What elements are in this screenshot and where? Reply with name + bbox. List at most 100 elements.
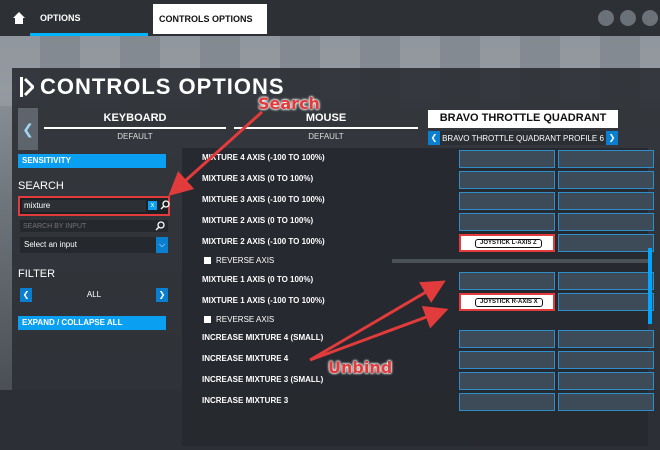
bravo-profile: BRAVO THROTTLE QUADRANT PROFILE 6 <box>442 133 604 143</box>
search-label: SEARCH <box>18 180 64 192</box>
binding-slot-1[interactable] <box>459 213 555 231</box>
tab-mouse[interactable]: MOUSE DEFAULT <box>234 110 418 146</box>
search-input[interactable]: mixture <box>22 200 146 212</box>
top-bar: OPTIONS CONTROLS OPTIONS <box>0 0 660 36</box>
binding-row[interactable]: INCREASE MIXTURE 4 <box>202 349 654 369</box>
binding-slot-2[interactable] <box>558 330 654 348</box>
binding-slot-1[interactable] <box>459 330 555 348</box>
axis-bar <box>392 259 652 263</box>
binding-slot-2[interactable] <box>558 213 654 231</box>
divider <box>428 126 618 128</box>
tab-controls-options[interactable]: CONTROLS OPTIONS <box>153 4 267 34</box>
tab-options[interactable]: OPTIONS <box>30 0 148 36</box>
select-input-dropdown[interactable]: Select an input ⌵ <box>20 237 168 253</box>
binding-slot-2[interactable] <box>558 372 654 390</box>
binding-row[interactable]: MIXTURE 2 AXIS (-100 TO 100%) JOYSTICK L… <box>202 232 654 252</box>
chevron-right-icon[interactable]: ❯ <box>156 288 168 302</box>
search-box: mixture x <box>18 196 170 216</box>
reverse-axis-row[interactable]: REVERSE AXIS <box>202 254 652 268</box>
binding-label: MIXTURE 2 AXIS (-100 TO 100%) <box>202 237 325 246</box>
mouse-profile: DEFAULT <box>308 132 344 141</box>
list-scrollbar[interactable] <box>648 248 652 324</box>
binding-slot-2[interactable] <box>558 150 654 168</box>
binding-slot-1[interactable]: JOYSTICK L-AXIS Z <box>459 234 555 252</box>
binding-key: JOYSTICK R-AXIS X <box>475 298 543 307</box>
binding-row[interactable]: MIXTURE 3 AXIS (-100 TO 100%) <box>202 190 654 210</box>
binding-row[interactable]: INCREASE MIXTURE 3 <box>202 391 654 411</box>
tab-keyboard[interactable]: KEYBOARD DEFAULT <box>44 110 226 146</box>
binding-slot-2[interactable] <box>558 272 654 290</box>
chevron-left-icon[interactable]: ❮ <box>428 131 440 145</box>
chevron-down-icon[interactable]: ⌵ <box>156 237 168 253</box>
binding-slot-1[interactable]: JOYSTICK R-AXIS X <box>459 293 555 311</box>
page-title-text: CONTROLS OPTIONS <box>40 74 285 99</box>
binding-label: MIXTURE 2 AXIS (0 TO 100%) <box>202 216 314 225</box>
tab-bravo-label: BRAVO THROTTLE QUADRANT <box>428 110 618 126</box>
binding-key: JOYSTICK L-AXIS Z <box>475 239 542 248</box>
reverse-axis-checkbox[interactable] <box>204 316 211 323</box>
chevron-right-icon <box>20 77 34 97</box>
binding-label: MIXTURE 4 AXIS (-100 TO 100%) <box>202 153 325 162</box>
binding-slot-1[interactable] <box>459 171 555 189</box>
menu-icon[interactable] <box>642 10 658 26</box>
binding-row[interactable]: MIXTURE 4 AXIS (-100 TO 100%) <box>202 148 654 168</box>
chevron-right-icon[interactable]: ❯ <box>606 131 618 145</box>
filter-label: FILTER <box>18 268 56 280</box>
filter-value: ALL <box>86 290 102 299</box>
binding-slot-1[interactable] <box>459 192 555 210</box>
binding-row[interactable]: INCREASE MIXTURE 4 (SMALL) <box>202 328 654 348</box>
home-icon[interactable] <box>12 11 26 25</box>
chevron-left-icon[interactable]: ❮ <box>20 288 32 302</box>
page-title: CONTROLS OPTIONS <box>20 74 285 100</box>
binding-row[interactable]: MIXTURE 2 AXIS (0 TO 100%) <box>202 211 654 231</box>
binding-slot-2[interactable] <box>558 171 654 189</box>
binding-label: MIXTURE 3 AXIS (-100 TO 100%) <box>202 195 325 204</box>
binding-row[interactable]: MIXTURE 1 AXIS (0 TO 100%) <box>202 270 654 290</box>
search-icon[interactable] <box>160 200 170 210</box>
binding-slot-1[interactable] <box>459 150 555 168</box>
keyboard-profile: DEFAULT <box>117 132 153 141</box>
reverse-axis-checkbox[interactable] <box>204 257 211 264</box>
profile-icon[interactable] <box>620 10 636 26</box>
reverse-axis-row[interactable]: REVERSE AXIS <box>202 313 642 327</box>
previous-device-button[interactable]: ❮ <box>18 108 38 150</box>
profile-selector[interactable]: ❮ BRAVO THROTTLE QUADRANT PROFILE 6 ❯ <box>428 131 618 145</box>
binding-slot-2[interactable] <box>558 293 654 311</box>
marketplace-icon[interactable] <box>598 10 614 26</box>
expand-collapse-button[interactable]: EXPAND / COLLAPSE ALL <box>18 316 166 330</box>
binding-slot-1[interactable] <box>459 272 555 290</box>
tab-bravo-throttle[interactable]: BRAVO THROTTLE QUADRANT ❮ BRAVO THROTTLE… <box>428 110 618 146</box>
binding-slot-2[interactable] <box>558 192 654 210</box>
binding-label: INCREASE MIXTURE 4 (SMALL) <box>202 333 324 342</box>
binding-label: INCREASE MIXTURE 3 <box>202 396 289 405</box>
divider <box>234 127 418 129</box>
binding-label: INCREASE MIXTURE 4 <box>202 354 289 363</box>
select-input-value: Select an input <box>24 240 77 249</box>
sensitivity-button[interactable]: SENSITIVITY <box>18 154 166 168</box>
binding-slot-1[interactable] <box>459 372 555 390</box>
search-icon[interactable] <box>155 221 165 231</box>
search-annotation: Search <box>258 94 320 113</box>
binding-slot-2[interactable] <box>558 234 654 252</box>
binding-slot-2[interactable] <box>558 351 654 369</box>
binding-label: MIXTURE 1 AXIS (0 TO 100%) <box>202 275 314 284</box>
clear-icon[interactable]: x <box>148 201 157 210</box>
tab-keyboard-label: KEYBOARD <box>103 112 167 124</box>
reverse-axis-label: REVERSE AXIS <box>216 315 275 324</box>
binding-label: MIXTURE 1 AXIS (-100 TO 100%) <box>202 296 325 305</box>
binding-row[interactable]: MIXTURE 1 AXIS (-100 TO 100%) JOYSTICK R… <box>202 291 654 311</box>
reverse-axis-label: REVERSE AXIS <box>216 256 275 265</box>
filter-selector[interactable]: ALL ❮ ❯ <box>20 288 168 302</box>
binding-slot-1[interactable] <box>459 351 555 369</box>
binding-row[interactable]: MIXTURE 3 AXIS (0 TO 100%) <box>202 169 654 189</box>
binding-slot-2[interactable] <box>558 393 654 411</box>
binding-label: INCREASE MIXTURE 3 (SMALL) <box>202 375 324 384</box>
binding-slot-1[interactable] <box>459 393 555 411</box>
search-by-input-field[interactable] <box>20 220 168 232</box>
unbind-annotation: Unbind <box>328 358 393 377</box>
divider <box>44 127 226 129</box>
controls-panel: CONTROLS OPTIONS ❮ KEYBOARD DEFAULT MOUS… <box>12 68 660 450</box>
bindings-list: MIXTURE 4 AXIS (-100 TO 100%) MIXTURE 3 … <box>182 148 654 446</box>
binding-label: MIXTURE 3 AXIS (0 TO 100%) <box>202 174 314 183</box>
binding-row[interactable]: INCREASE MIXTURE 3 (SMALL) <box>202 370 654 390</box>
